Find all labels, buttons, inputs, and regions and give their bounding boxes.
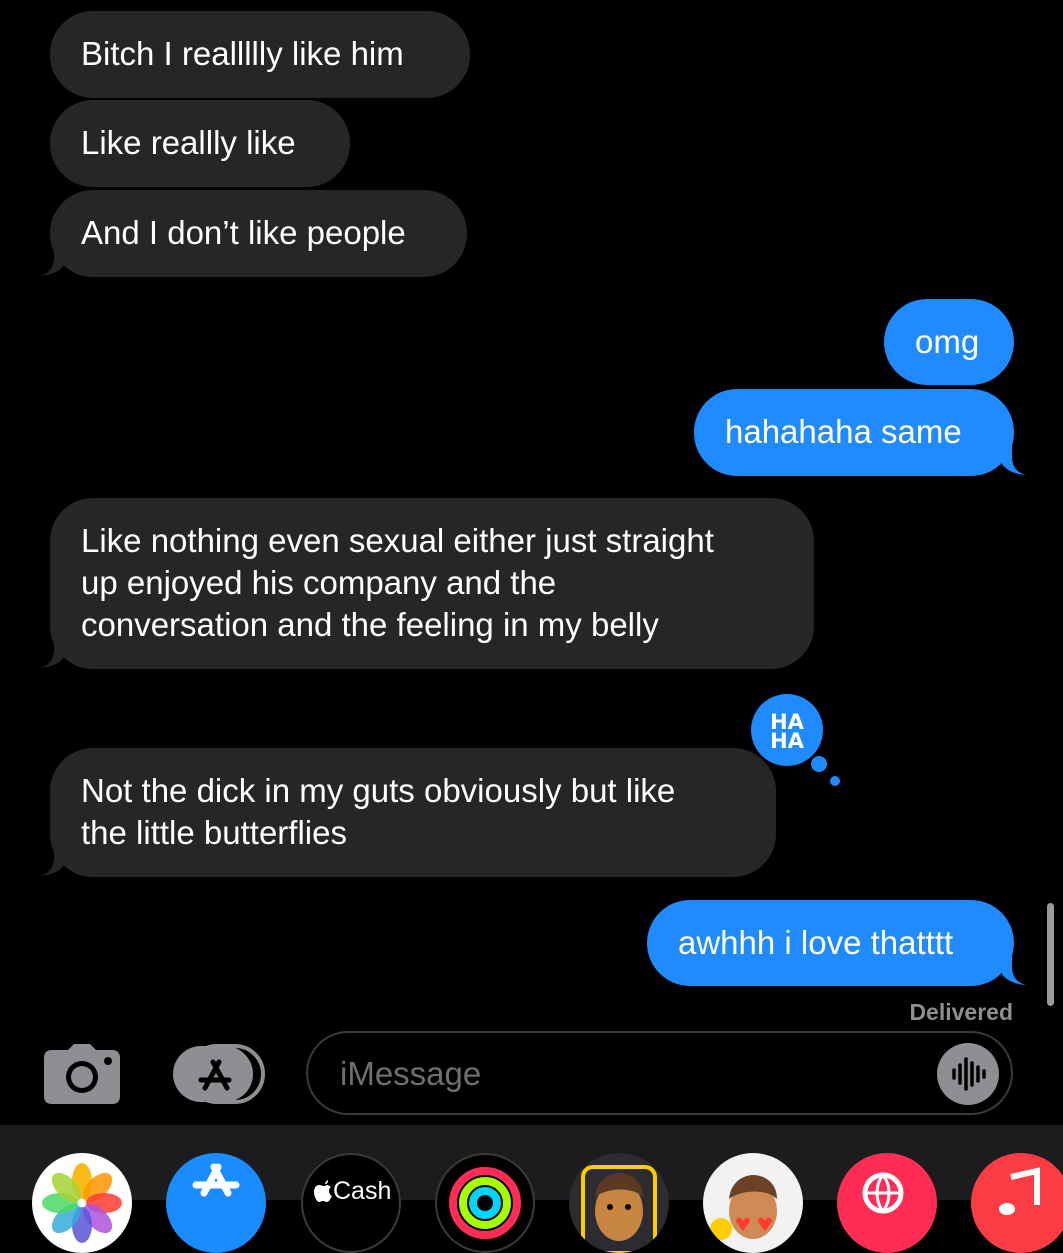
- camera-icon: [44, 1044, 120, 1104]
- memoji-stickers-app-button[interactable]: [703, 1153, 803, 1253]
- received-message[interactable]: Like nothing even sexual either just str…: [40, 498, 814, 669]
- tapback-label: HA: [770, 729, 804, 753]
- received-message[interactable]: Bitch I reallllly like him: [50, 11, 470, 98]
- audio-message-button[interactable]: [937, 1043, 999, 1105]
- apple-logo-icon: [314, 1180, 332, 1202]
- search-images-icon: [862, 1172, 904, 1214]
- message-text: Bitch I reallllly like him: [81, 35, 404, 72]
- app-drawer: Cash: [0, 1125, 1063, 1253]
- received-message[interactable]: And I don’t like people: [40, 190, 467, 277]
- compose-bar: iMessage: [0, 1028, 1063, 1123]
- activity-app-button[interactable]: [435, 1153, 535, 1253]
- sent-message[interactable]: omg: [884, 299, 1014, 385]
- image-search-app-button[interactable]: [837, 1153, 937, 1253]
- delivered-status: Delivered: [909, 999, 1013, 1020]
- message-text: And I don’t like people: [81, 214, 406, 251]
- message-line: up enjoyed his company and the: [81, 564, 557, 601]
- message-text: awhhh i love thatttt: [678, 924, 954, 961]
- bubble-tail: [1002, 442, 1026, 475]
- memoji-stickers-icon: [710, 1175, 777, 1240]
- received-message[interactable]: Not the dick in my guts obviously but li…: [40, 748, 776, 877]
- music-app-button[interactable]: [971, 1153, 1063, 1253]
- imessage-input[interactable]: iMessage: [306, 1031, 1013, 1115]
- received-message[interactable]: Like reallly like: [50, 100, 350, 187]
- music-icon: [999, 1167, 1040, 1215]
- bubble-tail: [40, 243, 64, 276]
- apps-button[interactable]: [171, 1044, 267, 1104]
- activity-rings-icon: [449, 1167, 521, 1239]
- message-line: Like nothing even sexual either just str…: [81, 522, 714, 559]
- haha-tapback[interactable]: HA HA: [747, 693, 840, 786]
- input-placeholder: iMessage: [340, 1055, 482, 1092]
- sent-message[interactable]: hahahaha same: [694, 389, 1026, 476]
- bubble-tail: [40, 843, 64, 876]
- message-line: the little butterflies: [81, 814, 347, 851]
- waveform-icon: [952, 1057, 986, 1091]
- message-text: omg: [915, 323, 980, 360]
- memoji-app-button[interactable]: [569, 1153, 669, 1253]
- camera-button[interactable]: [44, 1044, 120, 1104]
- photos-icon: [42, 1163, 122, 1243]
- message-thread[interactable]: Bitch I reallllly like him Like reallly …: [0, 0, 1063, 1030]
- memoji-icon: [581, 1165, 657, 1253]
- bubble-tail: [40, 635, 64, 668]
- message-text: hahahaha same: [725, 413, 962, 450]
- message-line: conversation and the feeling in my belly: [81, 606, 659, 643]
- message-text: Like reallly like: [81, 124, 296, 161]
- bubble-tail: [1002, 952, 1026, 985]
- message-line: Not the dick in my guts obviously but li…: [81, 772, 676, 809]
- app-store-icon: [173, 1044, 265, 1104]
- apple-cash-label: Cash: [333, 1177, 392, 1205]
- sent-message[interactable]: awhhh i love thatttt: [647, 900, 1026, 986]
- app-store-app-button[interactable]: [166, 1153, 266, 1253]
- scrollbar[interactable]: [1047, 903, 1054, 1006]
- apple-cash-app-button[interactable]: Cash: [301, 1153, 401, 1253]
- photos-app-button[interactable]: [32, 1153, 132, 1253]
- app-store-icon: [192, 1163, 240, 1197]
